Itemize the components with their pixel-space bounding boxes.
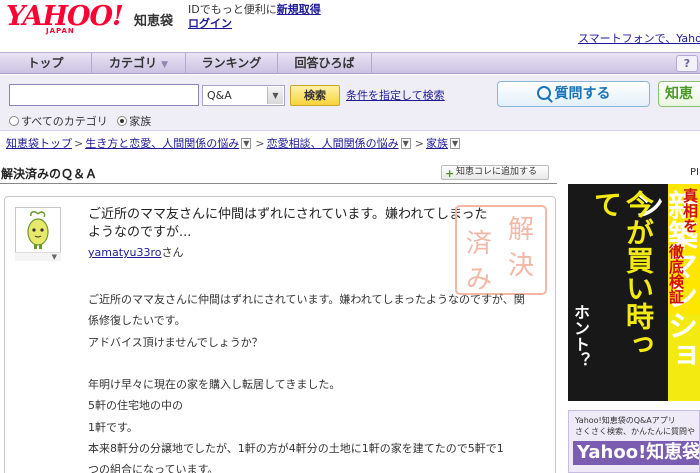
search-type-value: Q&A — [207, 89, 232, 102]
nav-tab-label: ランキング — [201, 56, 262, 70]
question-body-line: 1軒です。 — [88, 420, 138, 434]
nav-tab-label: カテゴリ — [108, 56, 157, 70]
dropdown-toggle-icon[interactable]: ▼ — [449, 138, 461, 149]
asker-suffix: さん — [161, 246, 184, 259]
separator-icon: > — [74, 137, 84, 150]
chie-button-label: 知恵 — [665, 86, 693, 102]
search-q-icon — [536, 86, 551, 100]
question-body-line: つの組合になっています。 — [88, 463, 219, 473]
breadcrumb-item[interactable]: 知恵袋トップ — [6, 137, 72, 150]
triangle-down-icon: ▼ — [51, 253, 57, 261]
avatar-menu-toggle[interactable]: ▼ — [15, 252, 61, 261]
ad-side-2: 徹底検証 — [667, 244, 685, 304]
page-header: YAHOO! JAPAN 知恵袋 IDでもっと便利に新規取得 ログイン スマート… — [0, 0, 700, 52]
chie-button[interactable]: 知恵 — [658, 81, 700, 107]
question-body: ご近所のママ友さんに仲間はずれにされています。嫌われてしまったようなのですが、関… — [88, 289, 548, 473]
resolved-stamp-icon: 解 決 済 み — [455, 205, 547, 295]
question-body-line: 年明け早々に現在の家を購入し転居してきました。 — [88, 378, 341, 392]
add-button-label: 知恵コレに追加する — [456, 167, 538, 177]
search-scope-radios: すべてのカテゴリ 家族 — [9, 113, 151, 129]
advanced-search-link[interactable]: 条件を指定して検索 — [346, 87, 445, 103]
nav-tab-answer-hiroba[interactable]: 回答ひろば — [278, 53, 372, 74]
login-link[interactable]: ログイン — [188, 17, 232, 30]
ad-small-text-1: Yahoo!知恵袋のQ&Aアプリ — [575, 416, 676, 425]
nav-tab-category[interactable]: カテゴリ ▼ — [92, 53, 186, 74]
chiebukuro-app-ad[interactable]: Yahoo!知恵袋のQ&Aアプリ さくさく検索、かんたんに質問や Yahoo!知… — [568, 410, 700, 473]
chiebukuro-mascot-icon — [27, 211, 49, 249]
asker: yamatyu33roさん — [88, 244, 184, 260]
help-icon: ? — [683, 57, 691, 70]
search-input[interactable] — [9, 84, 199, 106]
nav-tab-label: 回答ひろば — [294, 56, 355, 70]
ask-question-button[interactable]: 質問する — [497, 81, 650, 107]
add-to-collection-button[interactable]: + 知恵コレに追加する — [441, 165, 549, 180]
help-button[interactable]: ? — [676, 55, 698, 72]
smartphone-link[interactable]: スマートフォンで、Yahoo!知 — [578, 30, 700, 46]
search-type-select[interactable]: Q&A ▼ — [202, 85, 285, 106]
breadcrumb-item[interactable]: 家族 — [426, 137, 448, 150]
question-body-line: 係修復したいです。 — [88, 314, 186, 328]
triangle-down-icon: ▼ — [161, 60, 169, 70]
question-body-line: アドバイス頂けませんでしょうか？ — [88, 335, 263, 349]
svg-text:済: 済 — [466, 229, 492, 259]
ad-line-2: 今が買い時って — [590, 190, 655, 358]
divider — [0, 183, 557, 184]
search-area: Q&A ▼ 検索 条件を指定して検索 すべてのカテゴリ 家族 質問する 知恵 — [0, 75, 700, 131]
question-body-line: 5軒の住宅地の中の — [88, 399, 183, 413]
radio-category-label: 家族 — [129, 115, 152, 128]
breadcrumb: 知恵袋トップ > 生き方と恋愛、人間関係の悩み ▼ > 恋愛相談、人間関係の悩み ▼ > 家族 ▼ — [6, 135, 462, 151]
question-title: ご近所のママ友さんに仲間はずれにされています。嫌われてしまったようなのですが..… — [88, 207, 488, 240]
id-area: IDでもっと便利に新規取得 ログイン — [188, 3, 321, 31]
question-body-blank — [88, 353, 548, 374]
question-body-line: ご近所のママ友さんに仲間はずれにされています。嫌われてしまったようなのですが、関 — [88, 293, 525, 306]
chevron-down-icon: ▼ — [267, 87, 283, 104]
plus-icon: + — [445, 167, 455, 180]
separator-icon: > — [414, 137, 424, 150]
dropdown-toggle-icon[interactable]: ▼ — [241, 138, 252, 149]
stamp-char: 解 — [508, 215, 534, 245]
service-name[interactable]: 知恵袋 — [134, 10, 173, 29]
dropdown-toggle-icon[interactable]: ▼ — [400, 138, 411, 149]
ask-button-label: 質問する — [554, 86, 611, 102]
asker-username-link[interactable]: yamatyu33ro — [88, 246, 162, 259]
radio-all-label: すべてのカテゴリ — [21, 115, 108, 128]
ad-small-text-2: さくさく検索、かんたんに質問や — [575, 427, 695, 436]
radio-all-categories[interactable] — [9, 116, 19, 126]
radio-current-category[interactable] — [117, 116, 128, 126]
search-button[interactable]: 検索 — [290, 85, 340, 106]
yahoo-japan-logo[interactable]: YAHOO! JAPAN — [6, 2, 130, 42]
id-promo-text: IDでもっと便利に — [188, 3, 277, 16]
question-body-line: 本来8軒分の分譲地でしたが、1軒の方が4軒分の土地に1軒の家を建てたので5軒で1 — [88, 442, 504, 456]
svg-text:決: 決 — [508, 251, 534, 281]
breadcrumb-item[interactable]: 生き方と恋愛、人間関係の悩み — [85, 137, 239, 150]
nav-tab-top[interactable]: トップ — [0, 53, 92, 74]
nav-tab-label: トップ — [27, 56, 64, 70]
mansion-ad-banner[interactable]: 新築マンション 今が買い時って ホント？ 真相を 徹底検証 — [568, 184, 700, 401]
ad-line-3: ホント？ — [571, 304, 590, 368]
ad-brand: Yahoo!知恵袋 — [573, 441, 699, 465]
breadcrumb-item[interactable]: 恋愛相談、人間関係の悩み — [267, 137, 399, 150]
section-title: 解決済みのＱ＆Ａ — [1, 167, 98, 181]
nav-tab-ranking[interactable]: ランキング — [186, 53, 278, 74]
pr-label: PI — [690, 167, 699, 178]
logo-subtext: JAPAN — [46, 27, 75, 35]
global-nav: トップ カテゴリ ▼ ランキング 回答ひろば ? — [0, 52, 700, 74]
register-link[interactable]: 新規取得 — [277, 3, 321, 16]
separator-icon: > — [255, 137, 265, 150]
